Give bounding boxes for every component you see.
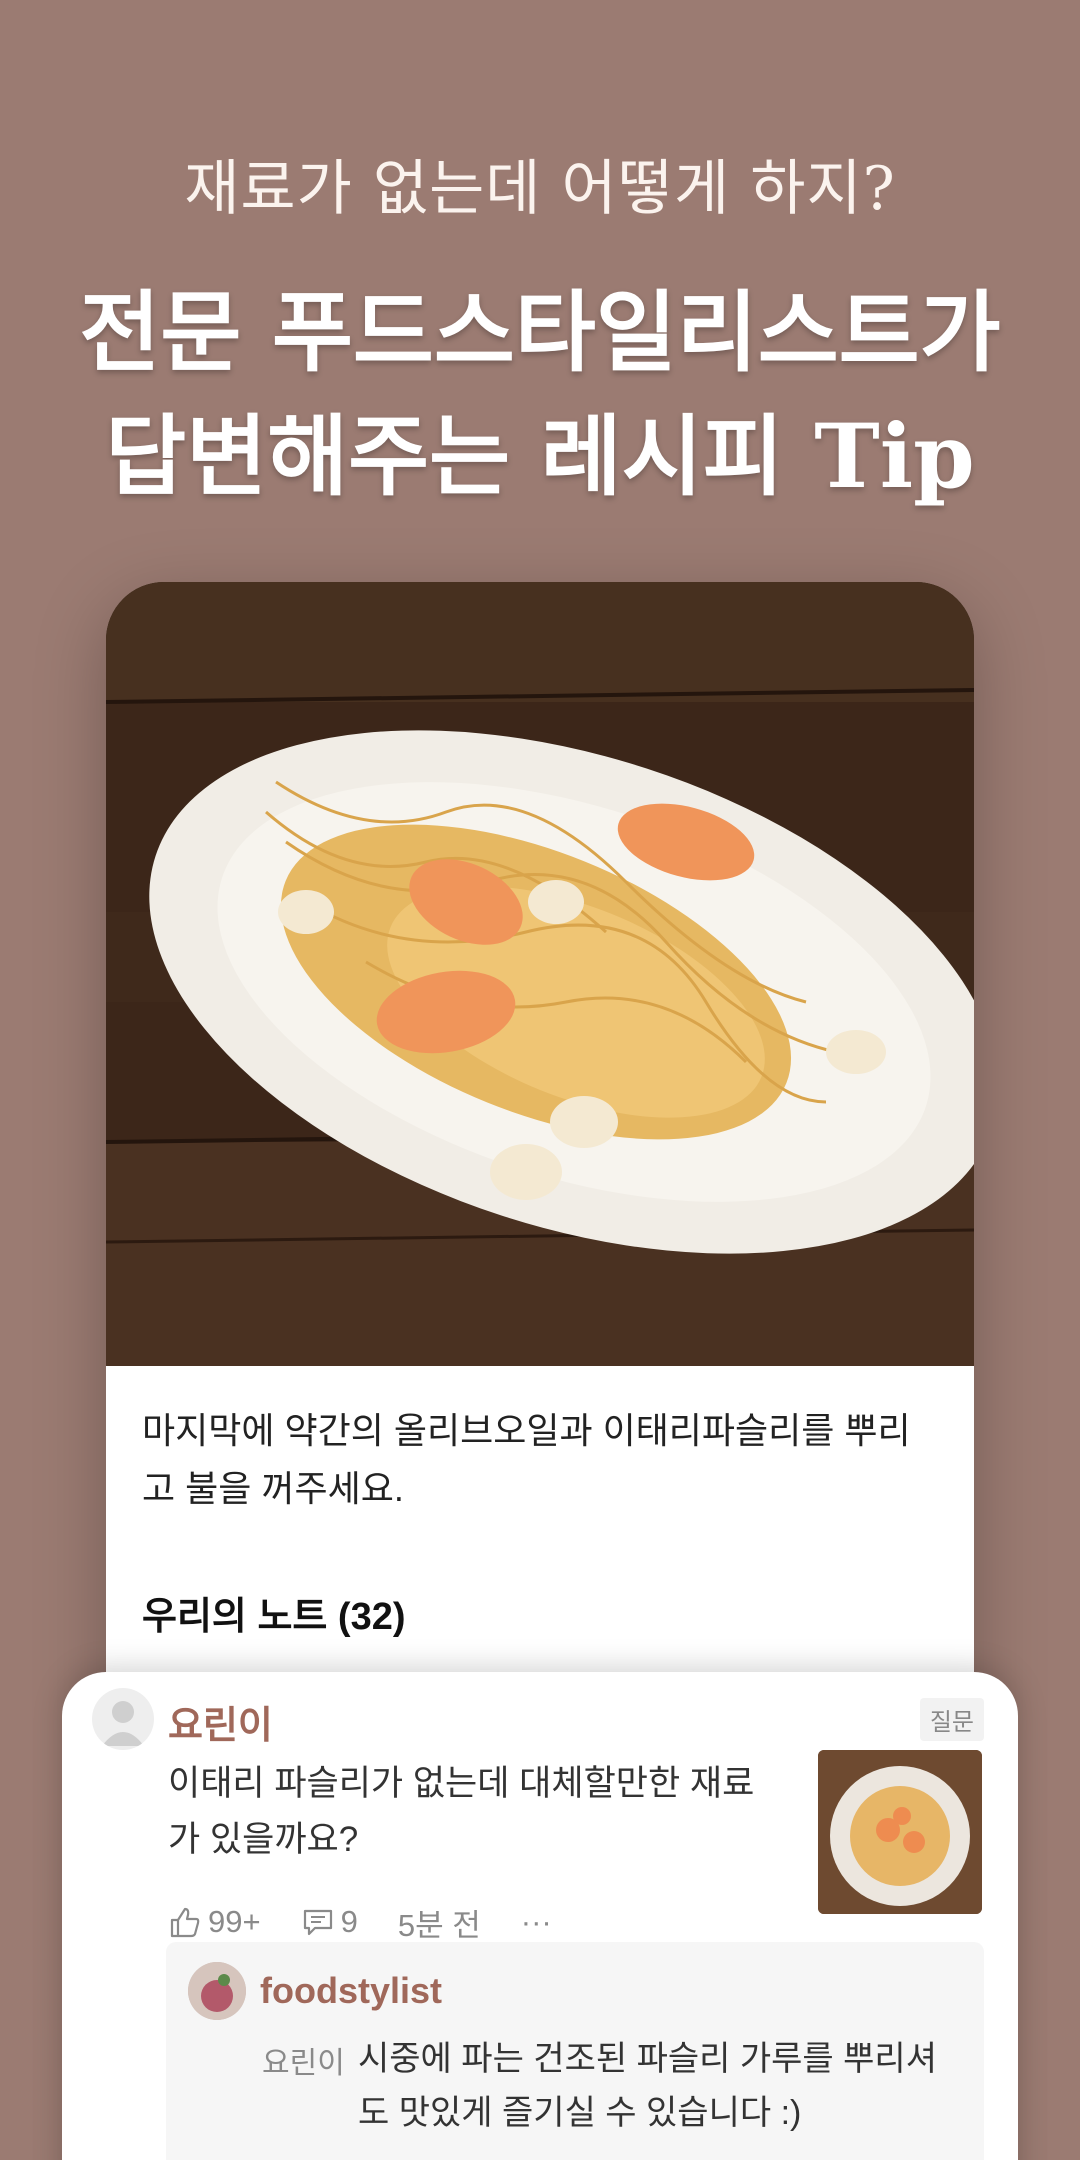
headline-title: 전문 푸드스타일리스트가 답변해주는 레시피 Tip <box>0 270 1080 518</box>
reply-mention[interactable]: 요린이 <box>262 2038 345 2082</box>
comment-photo-thumbnail[interactable] <box>818 1750 982 1914</box>
like-button[interactable]: 99+ <box>168 1904 261 1940</box>
like-count: 99+ <box>208 1904 261 1939</box>
headline-title-line2: 답변해주는 레시피 Tip <box>105 404 975 508</box>
comment-meta-row: 99+ 9 5분 전 ··· <box>168 1900 592 1944</box>
reply-button[interactable]: 9 <box>301 1904 358 1940</box>
reply-avatar[interactable] <box>188 1962 246 2020</box>
comment-author[interactable]: 요린이 <box>168 1694 273 1749</box>
comment-icon <box>303 1909 332 1936</box>
more-options-button[interactable]: ··· <box>521 1904 552 1940</box>
recipe-step-text: 마지막에 약간의 올리브오일과 이태리파슬리를 뿌리고 불을 꺼주세요. <box>142 1410 911 1509</box>
comment-card: 요린이 질문 이태리 파슬리가 없는데 대체할만한 재료가 있을까요? 99+ <box>62 1672 1018 2160</box>
reply-count: 9 <box>340 1904 358 1939</box>
thumbs-up-icon <box>170 1907 200 1938</box>
comment-text: 이태리 파슬리가 없는데 대체할만한 재료가 있을까요? <box>168 1764 755 1859</box>
avatar[interactable] <box>92 1688 154 1750</box>
question-badge: 질문 <box>919 1698 984 1741</box>
promo-screen: 재료가 없는데 어떻게 하지? 전문 푸드스타일리스트가 답변해주는 레시피 T… <box>0 0 1080 2160</box>
reply-box: foodstylist 요린이 시중에 파는 건조된 파슬리 가루를 뿌리셔도 … <box>166 1942 984 2160</box>
comment-time: 5분 전 <box>397 1907 481 1943</box>
notes-section-title: 우리의 노트 (32) <box>142 1596 406 1638</box>
reply-author[interactable]: foodstylist <box>260 1970 442 2012</box>
headline-subtitle: 재료가 없는데 어떻게 하지? <box>184 154 896 224</box>
reply-text: 시중에 파는 건조된 파슬리 가루를 뿌리셔도 맛있게 즐기실 수 있습니다 :… <box>358 2040 937 2132</box>
recipe-photo <box>106 582 974 1366</box>
headline-title-line1: 전문 푸드스타일리스트가 <box>79 280 1001 384</box>
